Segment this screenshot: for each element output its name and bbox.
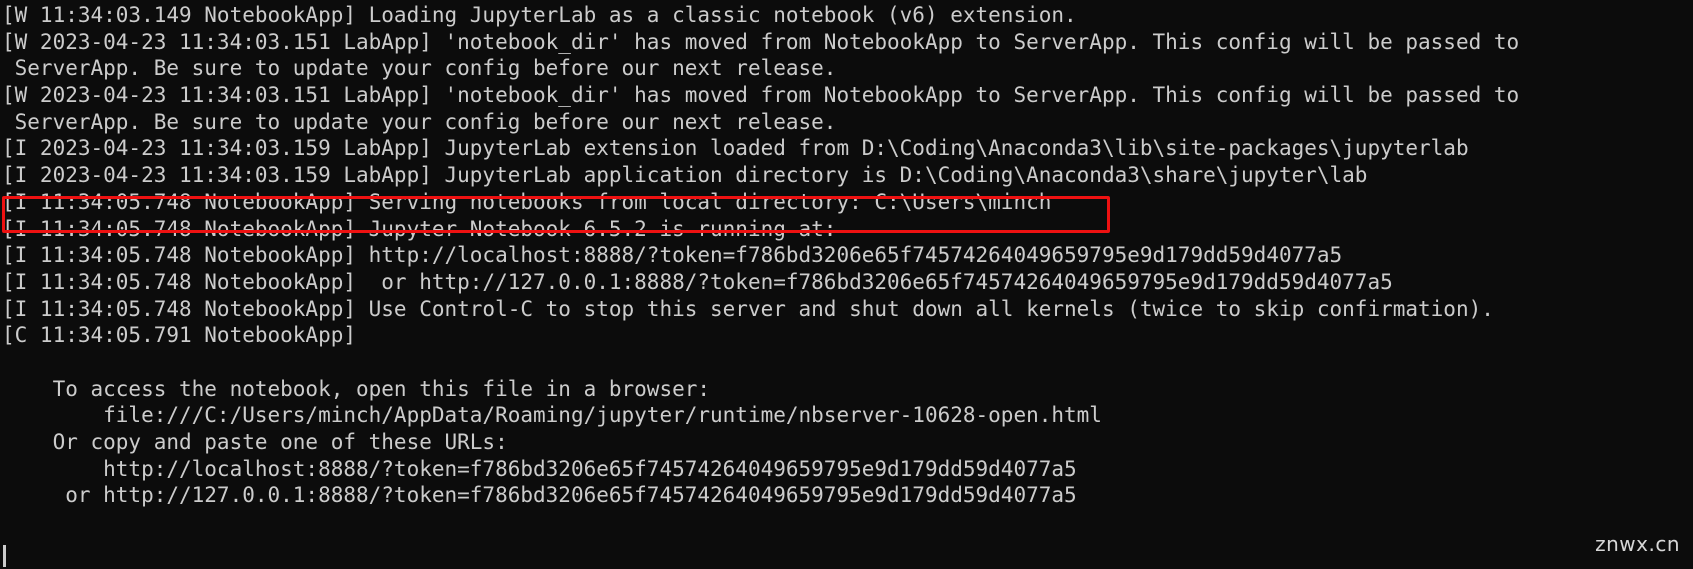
console-line: To access the notebook, open this file i… <box>2 376 711 401</box>
console-output: [W 11:34:03.149 NotebookApp] Loading Jup… <box>2 2 1693 509</box>
console-line: [I 11:34:05.748 NotebookApp] Serving not… <box>2 189 1052 214</box>
console-line: [W 2023-04-23 11:34:03.151 LabApp] 'note… <box>2 29 1520 54</box>
console-line: [I 11:34:05.748 NotebookApp] Use Control… <box>2 296 1494 321</box>
terminal-window[interactable]: [W 11:34:03.149 NotebookApp] Loading Jup… <box>0 0 1693 569</box>
console-line: [I 2023-04-23 11:34:03.159 LabApp] Jupyt… <box>2 136 1469 161</box>
console-line: Or copy and paste one of these URLs: <box>2 430 508 454</box>
text-cursor <box>3 545 6 567</box>
site-watermark: znwx.cn <box>1595 532 1680 557</box>
console-line: [I 11:34:05.748 NotebookApp] http://loca… <box>2 243 1343 268</box>
console-line: http://localhost:8888/?token=f786bd3206e… <box>2 456 1077 481</box>
console-line: [I 11:34:05.748 NotebookApp] Jupyter Not… <box>2 216 837 241</box>
console-line: [W 2023-04-23 11:34:03.151 LabApp] 'note… <box>2 83 1520 108</box>
console-line: [I 11:34:05.748 NotebookApp] or http://1… <box>2 269 1393 294</box>
console-line: ServerApp. Be sure to update your config… <box>2 109 837 134</box>
console-line: ServerApp. Be sure to update your config… <box>2 56 837 81</box>
console-line: [W 11:34:03.149 NotebookApp] Loading Jup… <box>2 3 1077 27</box>
console-line: file:///C:/Users/minch/AppData/Roaming/j… <box>2 403 1102 428</box>
console-line: [I 2023-04-23 11:34:03.159 LabApp] Jupyt… <box>2 163 1368 188</box>
console-line: or http://127.0.0.1:8888/?token=f786bd32… <box>2 483 1077 508</box>
console-line: [C 11:34:05.791 NotebookApp] <box>2 323 357 348</box>
